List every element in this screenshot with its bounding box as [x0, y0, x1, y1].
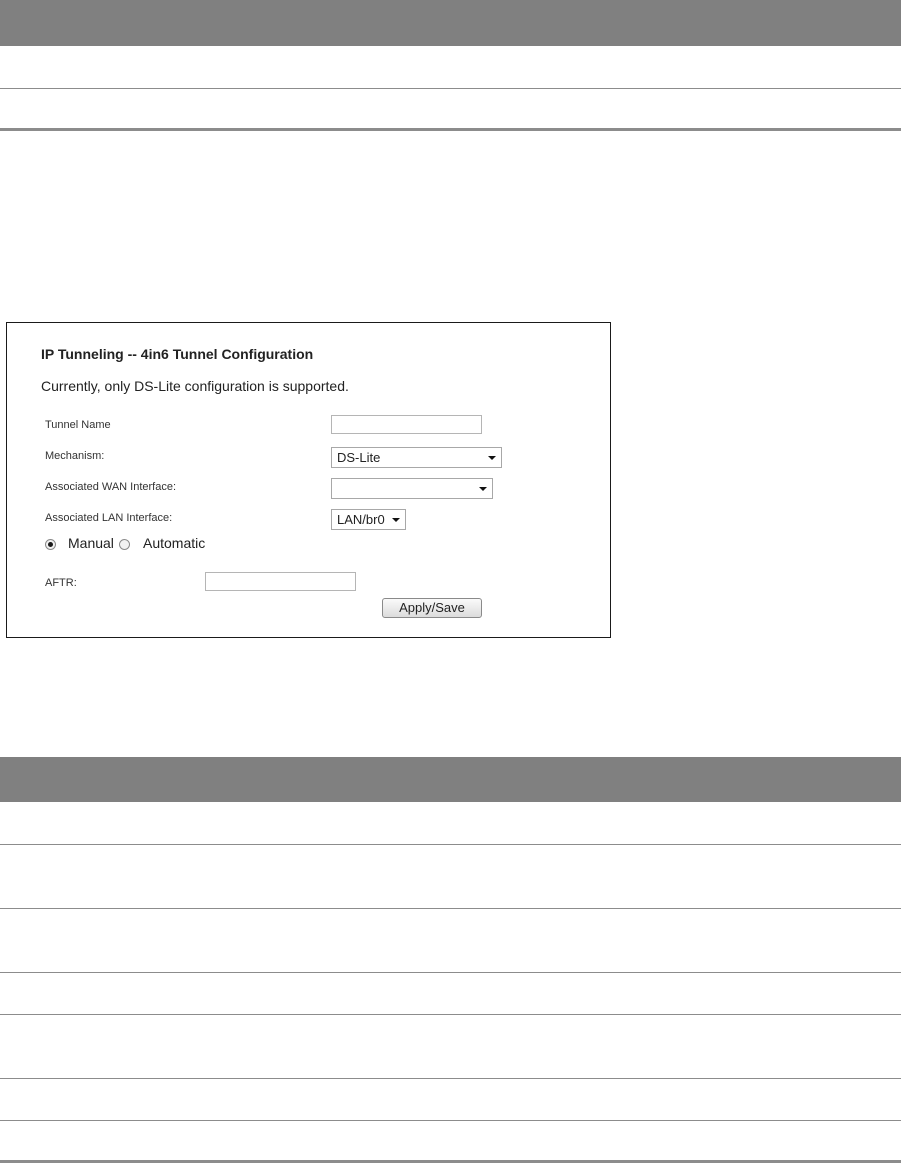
chevron-down-icon — [488, 456, 496, 460]
mechanism-select-value: DS-Lite — [337, 450, 381, 465]
table-header-top — [0, 0, 901, 46]
page-subtitle: Currently, only DS-Lite configuration is… — [41, 378, 349, 394]
lan-interface-label: Associated LAN Interface: — [45, 512, 173, 524]
table-header-bottom — [0, 757, 901, 802]
table-row-divider — [0, 844, 901, 845]
table-row-divider — [0, 972, 901, 973]
tunnel-config-screenshot: IP Tunneling -- 4in6 Tunnel Configuratio… — [6, 322, 611, 638]
tunnel-name-label: Tunnel Name — [45, 419, 111, 431]
apply-save-button[interactable]: Apply/Save — [382, 598, 482, 618]
chevron-down-icon — [392, 518, 400, 522]
manual-radio[interactable] — [45, 539, 56, 550]
aftr-input[interactable] — [205, 572, 356, 591]
table-bottom-rule — [0, 1160, 901, 1163]
table-row-divider — [0, 1014, 901, 1015]
table-row-divider — [0, 908, 901, 909]
table-row-divider — [0, 88, 901, 89]
automatic-radio[interactable] — [119, 539, 130, 550]
wan-interface-label: Associated WAN Interface: — [45, 481, 177, 493]
mechanism-select[interactable]: DS-Lite — [331, 447, 502, 468]
lan-interface-select[interactable]: LAN/br0 — [331, 509, 406, 530]
page-title: IP Tunneling -- 4in6 Tunnel Configuratio… — [41, 346, 314, 362]
table-row-divider — [0, 1078, 901, 1079]
tunnel-name-input[interactable] — [331, 415, 482, 434]
mechanism-label: Mechanism: — [45, 450, 105, 462]
table-row-divider — [0, 1120, 901, 1121]
manual-radio-label[interactable]: Manual — [68, 535, 114, 551]
wan-interface-select[interactable] — [331, 478, 493, 499]
lan-interface-value: LAN/br0 — [337, 512, 385, 527]
table-bottom-rule — [0, 128, 901, 131]
radio-selected-dot — [48, 542, 53, 547]
aftr-label: AFTR: — [45, 577, 77, 589]
automatic-radio-label[interactable]: Automatic — [143, 535, 205, 551]
chevron-down-icon — [479, 487, 487, 491]
